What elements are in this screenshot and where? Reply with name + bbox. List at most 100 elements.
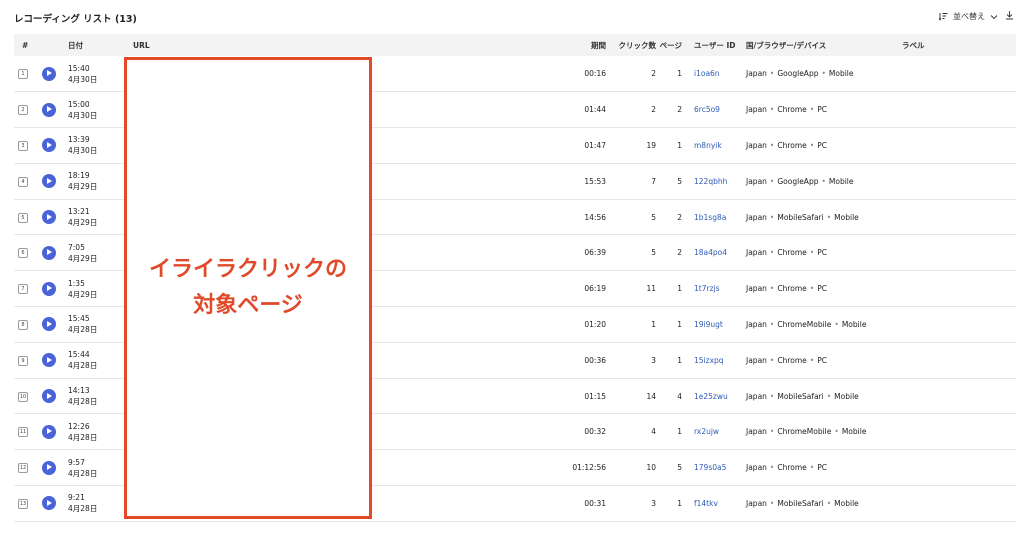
separator: • (769, 391, 775, 401)
user-id-cell[interactable]: rx2ujw (682, 414, 742, 450)
col-header-date[interactable]: 日付 (68, 34, 133, 56)
separator: • (769, 212, 775, 222)
clicks-cell: 5 (651, 212, 656, 222)
row-index: 9 (18, 355, 28, 366)
pages-cell: 2 (677, 248, 682, 258)
row-device: PC (817, 284, 827, 294)
user-id-cell[interactable]: 19i9ugt (682, 307, 742, 343)
label-cell[interactable] (902, 128, 1016, 164)
col-header-label[interactable]: ラベル (902, 34, 1016, 56)
separator: • (769, 463, 775, 473)
sort-label: 並べ替え (953, 12, 985, 21)
user-id-link[interactable]: 19i9ugt (694, 320, 723, 329)
row-browser: ChromeMobile (777, 319, 832, 329)
user-id-cell[interactable]: 179s0a5 (682, 450, 742, 486)
label-cell[interactable] (902, 378, 1016, 414)
play-icon[interactable] (42, 353, 56, 368)
user-id-link[interactable]: m8nyik (694, 141, 722, 150)
row-country: Japan (746, 69, 767, 79)
pages-cell: 1 (677, 69, 682, 79)
user-id-link[interactable]: 122qbhh (694, 177, 727, 186)
col-header-duration[interactable]: 期間 (453, 34, 606, 56)
user-id-link[interactable]: 179s0a5 (694, 463, 726, 472)
download-button[interactable] (1005, 10, 1014, 20)
play-icon[interactable] (42, 66, 56, 81)
play-icon[interactable] (42, 460, 56, 475)
label-cell[interactable] (902, 342, 1016, 378)
row-country: Japan (746, 498, 767, 508)
sort-button[interactable]: 並べ替え (939, 11, 998, 22)
col-header-pages[interactable]: ページ (656, 34, 682, 56)
label-cell[interactable] (902, 486, 1016, 522)
user-id-cell[interactable]: 1e25zwu (682, 378, 742, 414)
user-id-link[interactable]: 18a4po4 (694, 248, 727, 257)
clicks-cell: 19 (646, 140, 656, 150)
user-id-cell[interactable]: i1oa6n (682, 56, 742, 92)
user-id-link[interactable]: rx2ujw (694, 427, 719, 436)
label-cell[interactable] (902, 92, 1016, 128)
user-id-cell[interactable]: 122qbhh (682, 163, 742, 199)
user-id-cell[interactable]: 6rc5o9 (682, 92, 742, 128)
play-cell[interactable] (42, 486, 68, 522)
play-icon[interactable] (42, 389, 56, 404)
label-cell[interactable] (902, 56, 1016, 92)
play-cell[interactable] (42, 163, 68, 199)
row-country: Japan (746, 427, 767, 437)
play-icon[interactable] (42, 496, 56, 511)
play-cell[interactable] (42, 199, 68, 235)
user-id-link[interactable]: 15izxpq (694, 356, 724, 365)
play-cell[interactable] (42, 271, 68, 307)
label-cell[interactable] (902, 307, 1016, 343)
play-cell[interactable] (42, 414, 68, 450)
row-country: Japan (746, 176, 767, 186)
user-id-link[interactable]: 6rc5o9 (694, 105, 720, 114)
duration-cell: 01:47 (584, 140, 606, 150)
play-icon[interactable] (42, 424, 56, 439)
duration-cell: 01:12:56 (572, 463, 606, 473)
label-cell[interactable] (902, 450, 1016, 486)
play-cell[interactable] (42, 307, 68, 343)
col-header-clicks[interactable]: クリック数 (606, 34, 657, 56)
user-id-cell[interactable]: 18a4po4 (682, 235, 742, 271)
col-header-index[interactable]: # (14, 34, 42, 56)
play-icon[interactable] (42, 102, 56, 117)
user-id-link[interactable]: 1b1sg8a (694, 213, 726, 222)
col-header-url[interactable]: URL (133, 34, 453, 56)
play-cell[interactable] (42, 378, 68, 414)
col-header-user-id[interactable]: ユーザー ID (682, 34, 742, 56)
user-id-cell[interactable]: 1t7rzjs (682, 271, 742, 307)
play-cell[interactable] (42, 128, 68, 164)
separator: • (769, 105, 775, 115)
col-header-country-browser-device[interactable]: 国/ブラウザー/デバイス (742, 34, 902, 56)
play-icon[interactable] (42, 245, 56, 260)
play-icon[interactable] (42, 138, 56, 153)
play-icon[interactable] (42, 210, 56, 225)
pages-cell: 2 (677, 212, 682, 222)
clicks-cell: 1 (651, 319, 656, 329)
user-id-cell[interactable]: 15izxpq (682, 342, 742, 378)
row-country: Japan (746, 140, 767, 150)
user-id-link[interactable]: 1e25zwu (694, 392, 728, 401)
user-id-link[interactable]: i1oa6n (694, 69, 720, 78)
user-id-cell[interactable]: 1b1sg8a (682, 199, 742, 235)
play-icon[interactable] (42, 281, 56, 296)
play-icon[interactable] (42, 174, 56, 189)
pages-cell: 1 (677, 319, 682, 329)
user-id-cell[interactable]: m8nyik (682, 128, 742, 164)
play-cell[interactable] (42, 56, 68, 92)
label-cell[interactable] (902, 271, 1016, 307)
label-cell[interactable] (902, 199, 1016, 235)
play-cell[interactable] (42, 342, 68, 378)
label-cell[interactable] (902, 414, 1016, 450)
play-cell[interactable] (42, 92, 68, 128)
user-id-cell[interactable]: f14tkv (682, 486, 742, 522)
play-icon[interactable] (42, 317, 56, 332)
download-icon (1005, 10, 1014, 20)
user-id-link[interactable]: f14tkv (694, 499, 718, 508)
label-cell[interactable] (902, 163, 1016, 199)
row-index-cell: 3 (14, 128, 42, 164)
user-id-link[interactable]: 1t7rzjs (694, 284, 720, 293)
label-cell[interactable] (902, 235, 1016, 271)
play-cell[interactable] (42, 450, 68, 486)
play-cell[interactable] (42, 235, 68, 271)
